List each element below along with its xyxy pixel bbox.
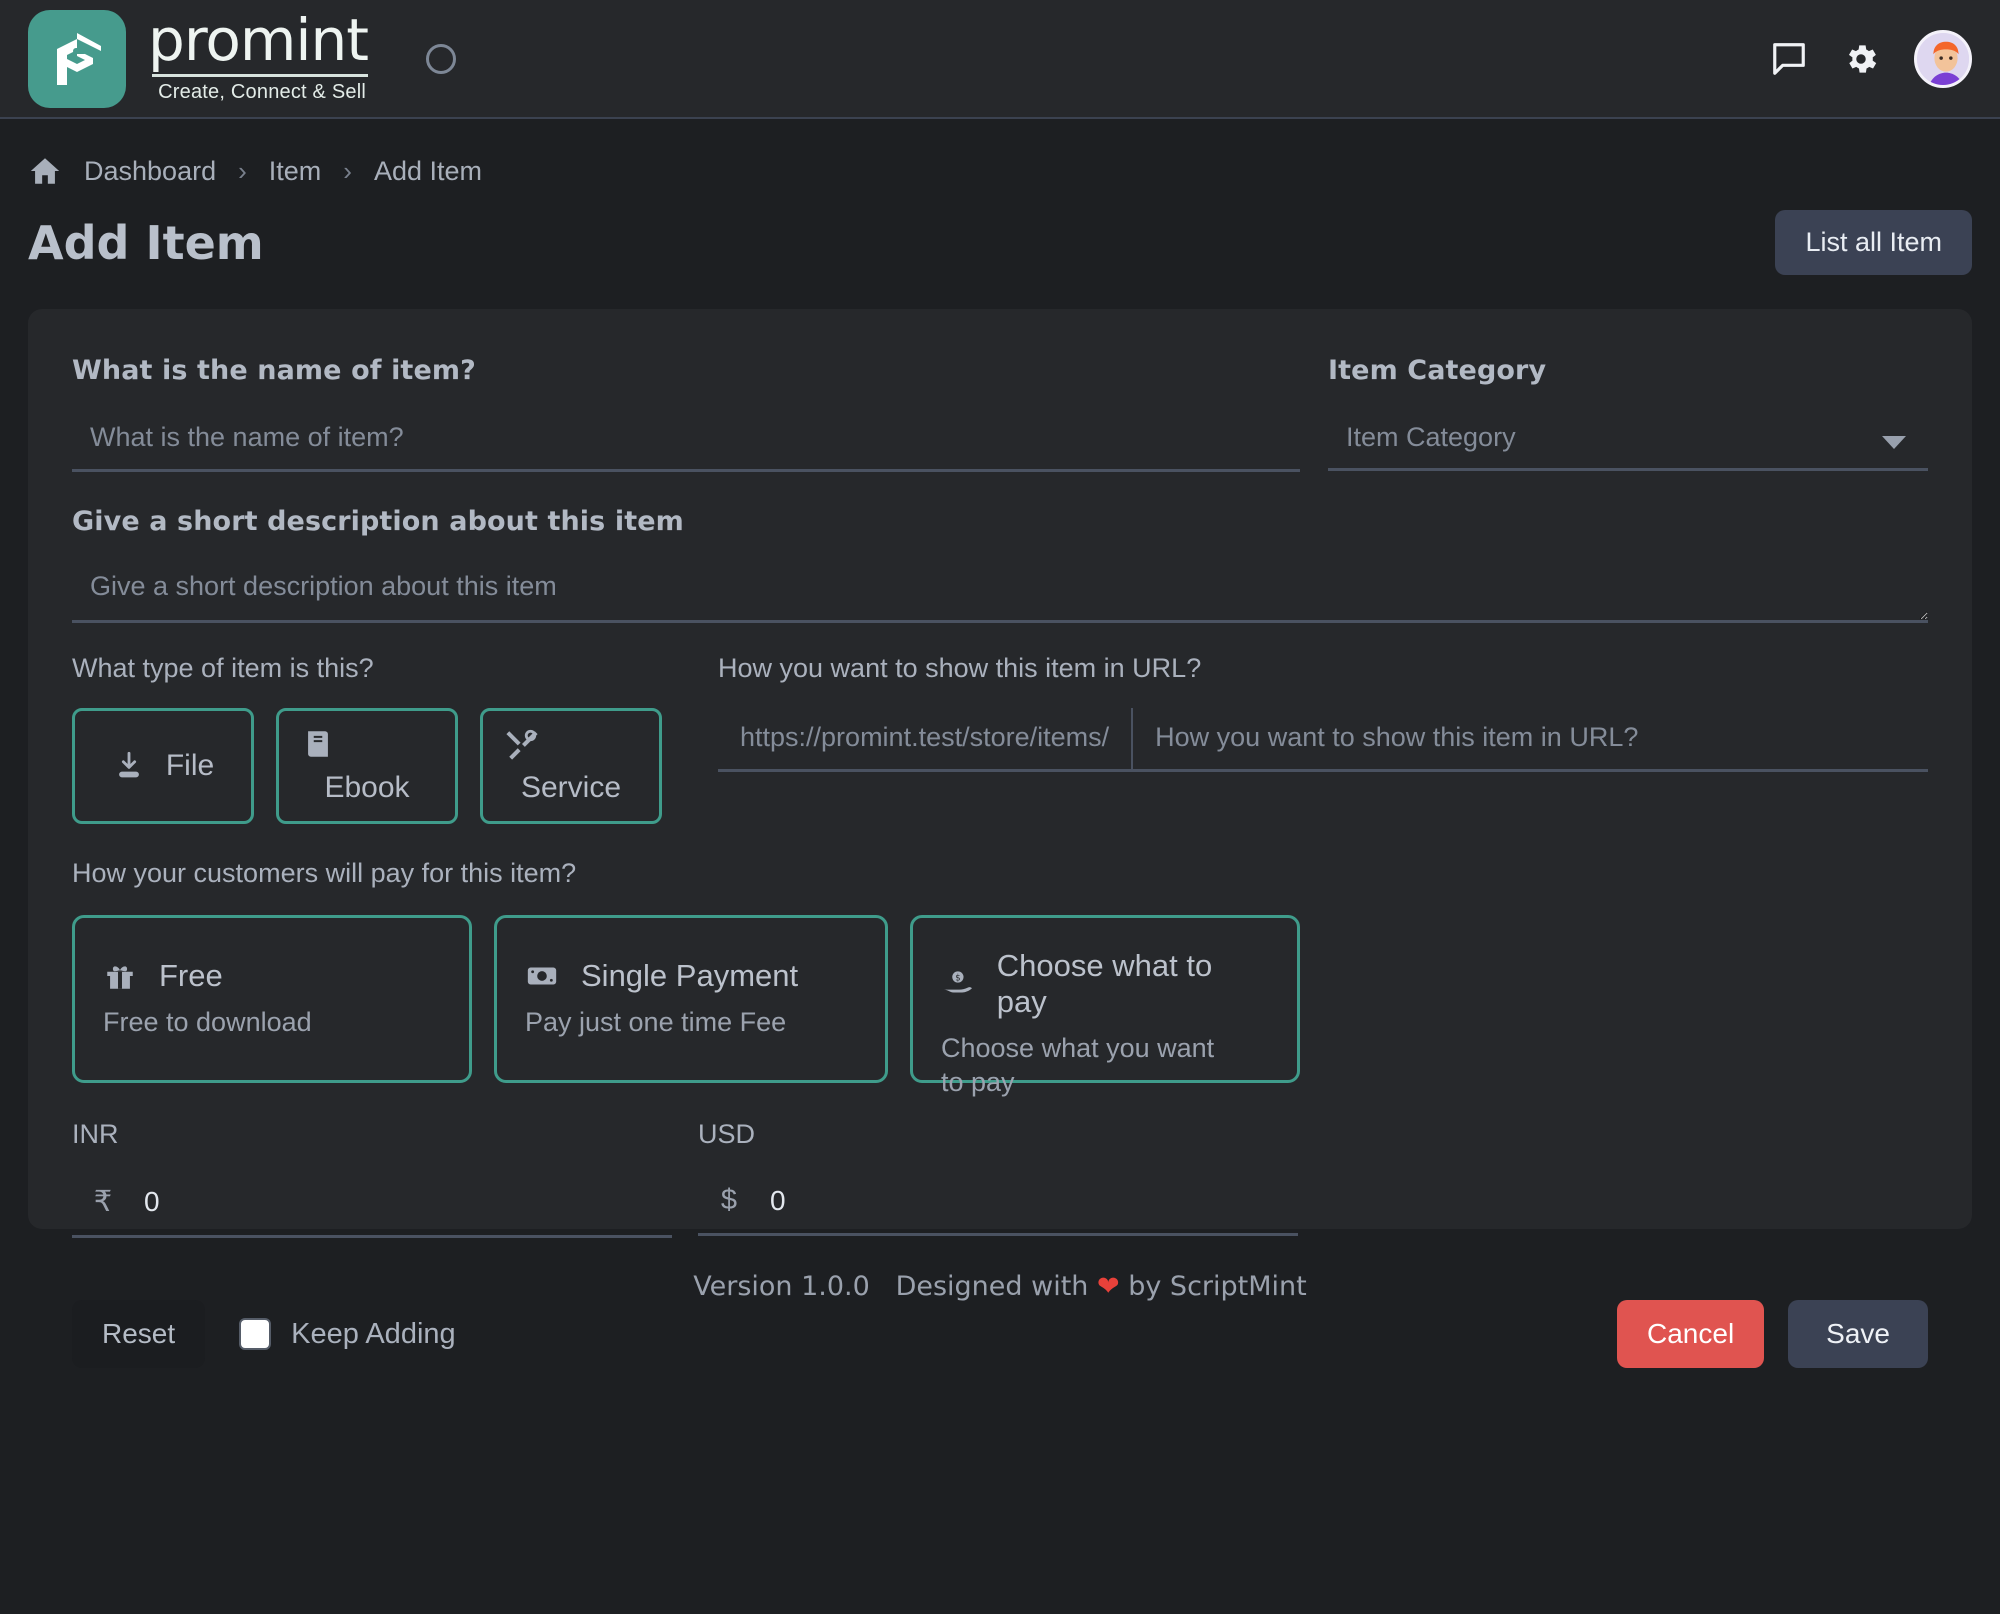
keep-adding-checkbox[interactable] (239, 1318, 272, 1350)
price-usd-input[interactable] (760, 1170, 1298, 1233)
payment-options: Free Free to download Single Payment Pay… (72, 915, 1928, 1097)
brand-rule (152, 73, 368, 77)
gear-icon[interactable] (1842, 40, 1880, 78)
payment-single-title: Single Payment (581, 958, 799, 994)
brand-tagline: Create, Connect & Sell (158, 80, 366, 103)
footer-designed-suffix: by ScriptMint (1128, 1271, 1307, 1302)
brand-logo[interactable]: promint Create, Connect & Sell (28, 6, 369, 108)
payment-free-head: Free (103, 958, 441, 994)
reset-button[interactable]: Reset (72, 1300, 206, 1368)
payment-free-title: Free (159, 958, 223, 994)
payment-choose-title: Choose what to pay (996, 948, 1213, 1019)
avatar[interactable] (1914, 29, 1972, 88)
item-category-label: Item Category (1328, 355, 1547, 386)
payment-single-subtitle: Pay just one time Fee (525, 1007, 787, 1038)
sidebar-toggle-circle-icon[interactable] (426, 43, 456, 74)
logo-glyph-icon (57, 32, 101, 85)
item-url-input-group: https://promint.test/store/items/ (718, 708, 1928, 772)
payment-choose-subtitle: Choose what you want to pay (941, 1033, 1215, 1097)
item-type-service-button[interactable]: Service (480, 708, 662, 824)
promint-logo-mark (28, 9, 126, 108)
description-textarea[interactable] (72, 557, 1928, 623)
item-type-file-label: File (165, 749, 215, 782)
gift-icon (107, 966, 133, 989)
svg-text:$: $ (955, 973, 960, 983)
chat-icon[interactable] (1770, 40, 1808, 78)
description-label: Give a short description about this item (72, 506, 684, 537)
item-name-field-group: What is the name of item? (72, 355, 1300, 472)
footer-designed-prefix: Designed with (895, 1271, 1089, 1302)
rupee-symbol-icon: ₹ (93, 1186, 113, 1218)
heart-icon: ❤ (1097, 1271, 1120, 1302)
item-category-select-wrap: Item Category (1328, 408, 1928, 471)
payment-label: How your customers will pay for this ite… (72, 858, 577, 888)
breadcrumb-item-add-item: Add Item (373, 155, 483, 186)
keep-adding-label: Keep Adding (291, 1317, 456, 1350)
tools-icon (506, 729, 538, 760)
item-type-buttons: File Ebook Service (72, 708, 692, 824)
topbar-actions (1770, 29, 1972, 88)
price-inr-input-wrap: ₹ (72, 1170, 672, 1238)
item-type-group: What type of item is this? File Ebook Se… (72, 653, 692, 824)
type-url-row: What type of item is this? File Ebook Se… (72, 653, 1928, 824)
item-url-prefix: https://promint.test/store/items/ (718, 708, 1134, 769)
list-all-item-button[interactable]: List all Item (1775, 210, 1972, 275)
page-title: Add Item (28, 215, 264, 270)
payment-single-head: Single Payment (525, 958, 857, 994)
money-icon (527, 967, 557, 985)
brand-name: promint (148, 6, 369, 75)
home-icon[interactable] (28, 154, 62, 188)
keep-adding-toggle[interactable]: Keep Adding (239, 1317, 456, 1351)
item-type-service-label: Service (520, 771, 622, 804)
item-url-input[interactable] (1133, 708, 1928, 769)
brand-wordmark: promint Create, Connect & Sell (148, 6, 369, 103)
payment-group: How your customers will pay for this ite… (72, 858, 1928, 1097)
add-item-form-card: What is the name of item? Item Category … (28, 309, 1972, 1368)
payment-option-single[interactable]: Single Payment Pay just one time Fee (494, 915, 888, 1083)
price-usd-label: USD (698, 1119, 756, 1149)
page-header: Add Item List all Item (0, 188, 2000, 275)
item-name-input[interactable] (72, 408, 1300, 472)
price-inr-input[interactable] (134, 1171, 672, 1234)
breadcrumb: Dashboard › Item › Add Item (0, 119, 2000, 188)
footer: Version 1.0.0 Designed with ❤ by ScriptM… (0, 1229, 2000, 1302)
hand-coin-icon: $ (943, 971, 972, 993)
download-file-icon (118, 751, 139, 778)
item-type-file-button[interactable]: File (72, 708, 254, 824)
form-actions: Reset Keep Adding Cancel Save (72, 1300, 1928, 1368)
payment-free-subtitle: Free to download (103, 1007, 312, 1038)
avatar-image (1917, 32, 1969, 85)
item-type-ebook-label: Ebook (324, 771, 410, 804)
item-category-select[interactable]: Item Category (1328, 408, 1928, 471)
description-field-group: Give a short description about this item (72, 506, 1928, 623)
dollar-symbol-icon: $ (720, 1184, 738, 1216)
price-row: INR ₹ USD $ (72, 1119, 1928, 1238)
payment-option-free[interactable]: Free Free to download (72, 915, 472, 1083)
price-inr-label: INR (72, 1119, 119, 1149)
book-icon (308, 731, 328, 757)
cancel-button[interactable]: Cancel (1617, 1300, 1765, 1368)
breadcrumb-item-item[interactable]: Item (269, 156, 322, 187)
footer-version: Version 1.0.0 (693, 1271, 870, 1302)
item-type-ebook-button[interactable]: Ebook (276, 708, 458, 824)
price-usd-input-wrap: $ (698, 1170, 1298, 1236)
item-category-field-group: Item Category Item Category (1328, 355, 1928, 472)
price-inr-group: INR ₹ (72, 1119, 672, 1238)
save-button[interactable]: Save (1788, 1300, 1928, 1368)
breadcrumb-separator: › (343, 155, 352, 186)
price-usd-group: USD $ (698, 1119, 1298, 1238)
payment-option-choose[interactable]: $ Choose what to pay Choose what you wan… (910, 915, 1300, 1097)
item-url-group: How you want to show this item in URL? h… (718, 653, 1928, 824)
breadcrumb-item-dashboard[interactable]: Dashboard (84, 156, 216, 187)
item-name-label: What is the name of item? (72, 355, 476, 386)
item-type-label: What type of item is this? (72, 653, 374, 683)
breadcrumb-separator: › (238, 155, 247, 186)
name-category-row: What is the name of item? Item Category … (72, 355, 1928, 472)
item-url-label: How you want to show this item in URL? (718, 653, 1202, 683)
payment-choose-head: $ Choose what to pay (941, 948, 1269, 1020)
top-bar: promint Create, Connect & Sell (0, 0, 2000, 119)
